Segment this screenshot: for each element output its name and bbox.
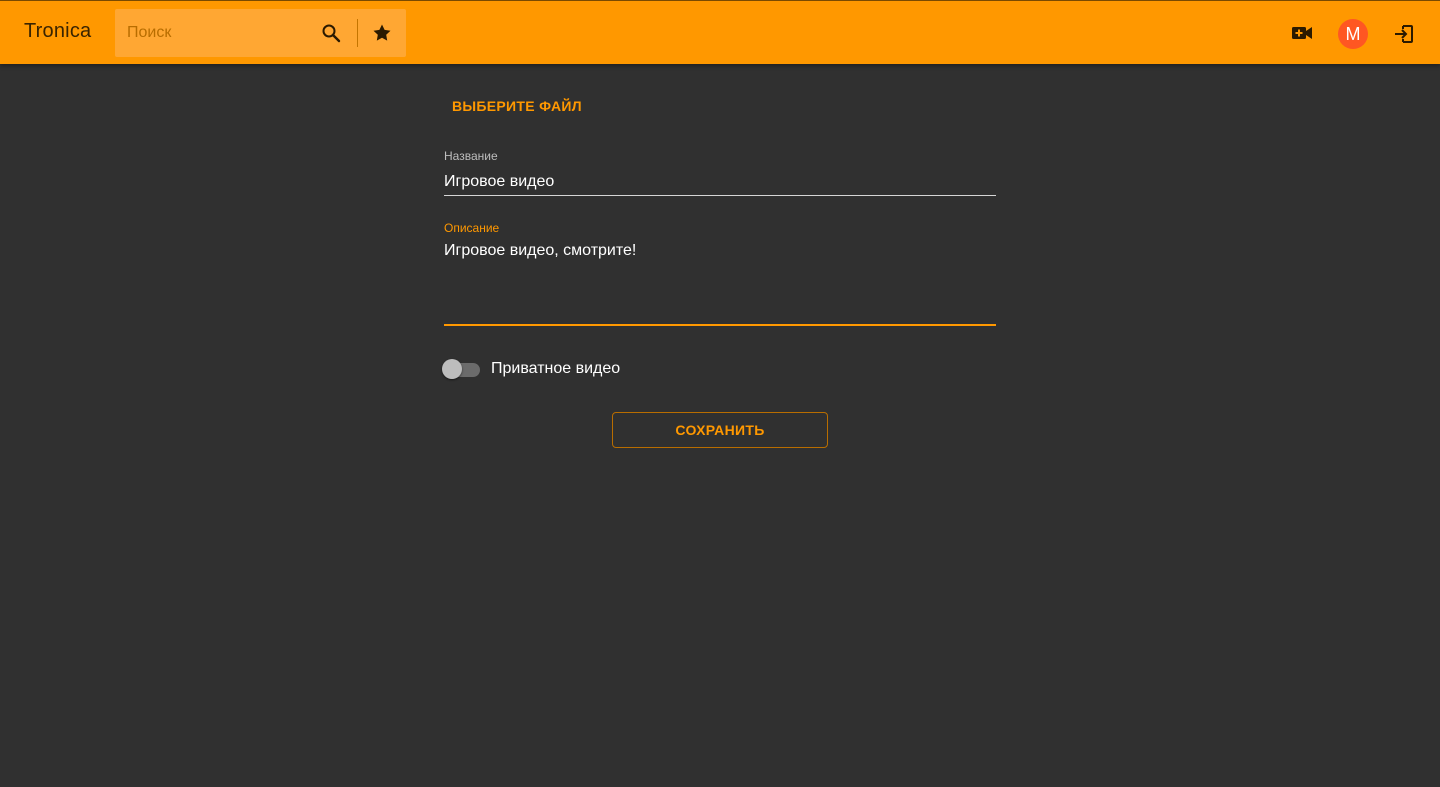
app-title[interactable]: Tronica: [24, 20, 91, 43]
description-field[interactable]: Игровое видео, смотрите!: [444, 240, 996, 326]
description-field-label: Описание: [444, 221, 500, 235]
search-divider: [357, 19, 358, 47]
name-field[interactable]: [444, 168, 996, 196]
star-icon[interactable]: [370, 21, 394, 45]
search-box: [115, 9, 406, 57]
choose-file-button[interactable]: ВЫБЕРИТЕ ФАЙЛ: [444, 94, 590, 118]
private-toggle[interactable]: [442, 358, 480, 380]
name-field-label: Название: [444, 149, 498, 163]
search-icon[interactable]: [319, 21, 343, 45]
logout-icon[interactable]: [1392, 22, 1416, 46]
save-button[interactable]: СОХРАНИТЬ: [612, 412, 828, 448]
private-toggle-label: Приватное видео: [491, 360, 621, 377]
app-bar: Tronica M: [0, 0, 1440, 64]
toggle-thumb: [442, 359, 462, 379]
search-input[interactable]: [115, 9, 327, 57]
video-add-icon[interactable]: [1290, 21, 1314, 45]
avatar[interactable]: M: [1338, 19, 1368, 49]
